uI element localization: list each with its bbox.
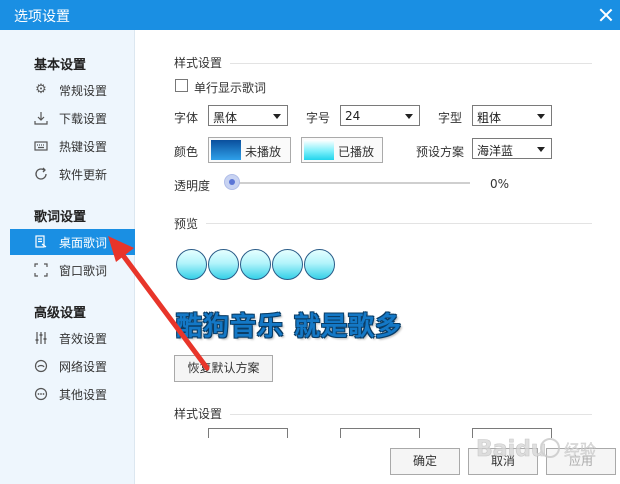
played-label: 已播放 <box>338 145 375 159</box>
section-title-style-2: 样式设置 <box>174 407 223 421</box>
weight-label: 字型 <box>438 111 463 125</box>
weight-select-value: 粗体 <box>477 111 502 125</box>
sidebar-item-sound-effects[interactable]: 音效设置 <box>10 325 135 351</box>
lyric-progress-bubble <box>176 249 207 280</box>
font-label: 字体 <box>174 111 199 125</box>
size-select-value: 24 <box>345 109 361 123</box>
reset-default-button[interactable]: 恢复默认方案 <box>174 355 273 382</box>
title-bar: 选项设置 <box>0 0 620 30</box>
group-title-lyrics: 歌词设置 <box>34 210 87 225</box>
sidebar: 基本设置 ⚙ 常规设置 下载设置 热键设置 软件更新 歌词设置 桌面歌词 窗口歌… <box>0 30 135 484</box>
gear-icon: ⚙ <box>35 82 47 97</box>
size-select-partial[interactable] <box>340 428 420 438</box>
close-icon[interactable] <box>598 7 614 23</box>
sidebar-item-label: 下载设置 <box>59 112 108 126</box>
sidebar-item-label: 热键设置 <box>59 140 108 154</box>
equalizer-icon <box>34 331 48 345</box>
cancel-button[interactable]: 取消 <box>468 448 538 475</box>
window-lyrics-icon <box>34 263 48 277</box>
section-title-style: 样式设置 <box>174 56 223 70</box>
sidebar-item-label: 窗口歌词 <box>59 264 108 278</box>
keyboard-icon <box>34 139 48 153</box>
desktop-lyrics-icon <box>34 235 48 249</box>
unplayed-color-button[interactable]: 未播放 <box>208 137 291 163</box>
chevron-down-icon <box>537 114 545 119</box>
single-line-checkbox[interactable] <box>175 79 188 92</box>
unplayed-label: 未播放 <box>245 145 282 159</box>
font-select-value: 黑体 <box>213 111 238 125</box>
sidebar-item-download[interactable]: 下载设置 <box>10 105 135 131</box>
group-title-advanced: 高级设置 <box>34 306 87 321</box>
lyric-progress-bubble <box>208 249 239 280</box>
lyric-progress-bubble <box>240 249 271 280</box>
sidebar-item-network[interactable]: 网络设置 <box>10 353 135 379</box>
played-color-button[interactable]: 已播放 <box>301 137 383 163</box>
sidebar-item-general[interactable]: ⚙ 常规设置 <box>10 77 135 103</box>
opacity-label: 透明度 <box>174 179 211 193</box>
settings-panel: 样式设置 单行显示歌词 字体 黑体 字号 24 字型 粗体 颜色 未播放 已播放… <box>136 30 620 484</box>
lyric-progress-bubble <box>272 249 303 280</box>
more-icon <box>34 387 48 401</box>
single-line-label: 单行显示歌词 <box>194 81 267 95</box>
sidebar-item-label: 音效设置 <box>59 332 108 346</box>
sidebar-item-window-lyrics[interactable]: 窗口歌词 <box>10 257 135 283</box>
preset-label: 预设方案 <box>416 145 465 159</box>
chevron-down-icon <box>405 114 413 119</box>
opacity-slider-handle[interactable] <box>224 174 240 190</box>
sidebar-item-label: 网络设置 <box>59 360 108 374</box>
size-select[interactable]: 24 <box>340 105 420 126</box>
chevron-down-icon <box>537 147 545 152</box>
divider <box>230 414 592 415</box>
played-color-swatch <box>304 140 334 160</box>
size-label: 字号 <box>306 111 331 125</box>
sidebar-item-hotkeys[interactable]: 热键设置 <box>10 133 135 159</box>
opacity-slider-track[interactable] <box>232 182 470 184</box>
lyric-progress-bubble <box>304 249 335 280</box>
color-label: 颜色 <box>174 145 199 159</box>
update-icon <box>34 167 48 181</box>
sidebar-item-update[interactable]: 软件更新 <box>10 161 135 187</box>
divider <box>230 63 592 64</box>
opacity-value: 0% <box>490 177 510 191</box>
ok-button[interactable]: 确定 <box>390 448 460 475</box>
preset-select[interactable]: 海洋蓝 <box>472 138 552 159</box>
apply-button[interactable]: 应用 <box>546 448 616 475</box>
group-title-basic: 基本设置 <box>34 58 87 73</box>
divider <box>206 223 592 224</box>
section-title-preview: 预览 <box>174 217 199 231</box>
sidebar-item-label: 其他设置 <box>59 388 108 402</box>
sidebar-item-label: 桌面歌词 <box>59 236 108 250</box>
font-select-partial[interactable] <box>208 428 288 438</box>
sidebar-item-label: 软件更新 <box>59 168 108 182</box>
download-icon <box>34 111 48 125</box>
weight-select-partial[interactable] <box>472 428 552 438</box>
font-select[interactable]: 黑体 <box>208 105 288 126</box>
preset-select-value: 海洋蓝 <box>477 144 514 158</box>
sidebar-item-desktop-lyrics[interactable]: 桌面歌词 <box>10 229 135 255</box>
unplayed-color-swatch <box>211 140 241 160</box>
chevron-down-icon <box>273 114 281 119</box>
lyric-preview-text: 酷狗音乐 就是歌多 <box>176 312 403 342</box>
sidebar-item-label: 常规设置 <box>59 84 108 98</box>
window-title: 选项设置 <box>14 9 70 25</box>
network-icon <box>34 359 48 373</box>
sidebar-item-other[interactable]: 其他设置 <box>10 381 135 407</box>
weight-select[interactable]: 粗体 <box>472 105 552 126</box>
